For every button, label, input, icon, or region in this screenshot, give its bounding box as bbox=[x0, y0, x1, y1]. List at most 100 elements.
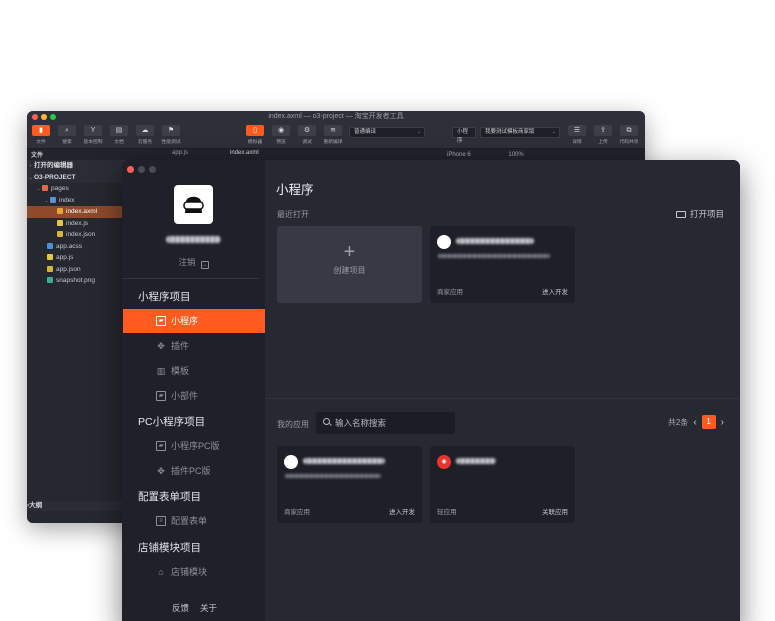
json-file-icon bbox=[47, 265, 53, 272]
simulator-button[interactable]: ▯ 模拟器 bbox=[245, 125, 265, 145]
close-icon[interactable] bbox=[127, 166, 134, 173]
form-icon: ≡ bbox=[156, 516, 166, 526]
maximize-icon[interactable] bbox=[149, 166, 156, 173]
my-apps-label: 我的应用 bbox=[277, 420, 309, 429]
file-index-json[interactable]: index.json bbox=[27, 229, 126, 241]
minimize-icon[interactable] bbox=[41, 114, 47, 120]
details-button[interactable]: ☰ 详情 bbox=[567, 125, 587, 145]
launcher-sidebar: 注销 → 小程序项目 ▰ 小程序 ✥ 插件 ▥ 模板 ▰ 小部件 PC小程序项目 ▰ 小程序… bbox=[122, 160, 265, 621]
puzzle-icon: ✥ bbox=[157, 341, 165, 351]
sidebar-item-plugin-pc[interactable]: ✥ 插件PC版 bbox=[123, 459, 265, 483]
ide-tab-bar: 文件 app.js index.axml bbox=[27, 149, 645, 160]
screenshot-stage: index.axml — o3-project — 淘宝开发者工具 ▮ 文件 ⌕ 搜… bbox=[0, 0, 775, 621]
avatar[interactable] bbox=[174, 185, 213, 224]
sidebar-item-mini-pc[interactable]: ▰ 小程序PC版 bbox=[123, 434, 265, 458]
open-project-button[interactable]: 打开项目 bbox=[675, 208, 724, 220]
chevron-right-icon[interactable]: › bbox=[721, 417, 724, 428]
puzzle-icon: ✥ bbox=[157, 466, 165, 476]
sidebar-item-template[interactable]: ▥ 模板 bbox=[123, 359, 265, 383]
maximize-icon[interactable] bbox=[50, 114, 56, 120]
open-editors-section[interactable]: › 打开的编辑器 bbox=[27, 160, 126, 172]
sidebar-item-config-form[interactable]: ≡ 配置表单 bbox=[123, 509, 265, 533]
page-number-button[interactable]: 1 bbox=[701, 415, 716, 429]
zoom-select[interactable]: 100% bbox=[508, 152, 523, 158]
file-app-acss[interactable]: app.acss bbox=[27, 241, 126, 253]
cloud-icon: ☁ bbox=[136, 125, 154, 136]
widget-icon: ▰ bbox=[156, 391, 166, 401]
file-snapshot-png[interactable]: snapshot.png bbox=[27, 275, 126, 287]
sidebar-item-shop-module[interactable]: ⌂ 店铺模块 bbox=[123, 560, 265, 584]
section-mini-program: 小程序项目 bbox=[138, 291, 191, 303]
file-app-js[interactable]: app.js bbox=[27, 252, 126, 264]
folder-pages[interactable]: ⌄ pages bbox=[27, 183, 126, 195]
project-desc-redacted bbox=[438, 254, 550, 258]
axml-file-icon bbox=[57, 208, 63, 214]
docs-icon: ▤ bbox=[110, 125, 128, 136]
app-type-select[interactable]: 小程序 bbox=[452, 127, 476, 144]
chevron-left-icon[interactable]: ‹ bbox=[693, 417, 696, 428]
folder-index[interactable]: ⌄ index bbox=[27, 195, 126, 207]
sidebar-divider bbox=[122, 278, 259, 279]
ide-window-title: index.axml — o3-project — 淘宝开发者工具 bbox=[268, 113, 404, 120]
share-button[interactable]: ⧉ 代码共享 bbox=[619, 125, 639, 145]
shop-icon: ⌂ bbox=[158, 567, 164, 577]
sidebar-item-mini-program[interactable]: ▰ 小程序 bbox=[123, 309, 265, 333]
create-project-card[interactable]: + 创建项目 bbox=[277, 226, 422, 303]
folder-open-icon bbox=[675, 211, 686, 218]
file-explorer: › 打开的编辑器 ⌄O3-PROJECT ⌄ pages ⌄ index index.… bbox=[27, 160, 127, 523]
perf-button[interactable]: ⚑ 性能调试 bbox=[161, 125, 181, 145]
app-card-2[interactable]: ◉ 轻应用 关联应用 bbox=[430, 446, 575, 523]
feedback-link[interactable]: 反馈 bbox=[172, 602, 189, 614]
enter-dev-link[interactable]: 进入开发 bbox=[542, 286, 568, 296]
folder-icon bbox=[42, 185, 48, 191]
app-logo-icon: ◉ bbox=[437, 455, 451, 469]
explorer-header: 文件 bbox=[31, 153, 44, 159]
app-avatar bbox=[437, 235, 451, 249]
chevron-down-icon: ⌄ bbox=[551, 129, 556, 135]
sidebar-item-plugin[interactable]: ✥ 插件 bbox=[123, 334, 265, 358]
close-icon[interactable] bbox=[32, 114, 38, 120]
docs-button[interactable]: ▤ 文档 bbox=[109, 125, 129, 145]
user-avatar-icon bbox=[183, 196, 204, 213]
section-config-form: 配置表单项目 bbox=[138, 491, 201, 503]
project-section[interactable]: ⌄O3-PROJECT bbox=[27, 171, 126, 183]
app-card-1[interactable]: 商家应用 进入开发 bbox=[277, 446, 422, 523]
pagination: 共2条 ‹ 1 › bbox=[668, 415, 724, 429]
vcs-button[interactable]: Y 基本控制 bbox=[83, 125, 103, 145]
image-icon: ▰ bbox=[156, 441, 166, 451]
search-button[interactable]: ⌕ 搜索 bbox=[57, 125, 77, 145]
file-button[interactable]: ▮ 文件 bbox=[31, 125, 51, 145]
search-input[interactable] bbox=[316, 412, 455, 434]
template-icon: ▥ bbox=[156, 366, 166, 376]
cloud-button[interactable]: ☁ 云服务 bbox=[135, 125, 155, 145]
json-file-icon bbox=[57, 231, 63, 237]
launcher-main: 小程序 最近打开 打开项目 + 创建项目 商家应用 进入开发 我的应用 共2条 … bbox=[265, 160, 740, 621]
file-index-js[interactable]: index.js bbox=[27, 218, 126, 230]
minimize-icon[interactable] bbox=[138, 166, 145, 173]
sidebar-item-widget[interactable]: ▰ 小部件 bbox=[123, 384, 265, 408]
device-select[interactable]: iPhone 6 bbox=[447, 152, 471, 158]
enter-dev-link[interactable]: 进入开发 bbox=[389, 506, 415, 516]
preview-button[interactable]: ◉ 预览 bbox=[271, 125, 291, 145]
tab-index-axml[interactable]: index.axml bbox=[230, 150, 259, 156]
tab-app-js[interactable]: app.js bbox=[172, 150, 188, 156]
section-shop-module: 店铺模块项目 bbox=[138, 542, 201, 554]
file-app-json[interactable]: app.json bbox=[27, 264, 126, 276]
recompile-button[interactable]: ≋ 重新编译 bbox=[323, 125, 343, 145]
app-name-select[interactable]: 我要测试模板商家版 ⌄ bbox=[480, 127, 560, 138]
debug-button[interactable]: ⚙ 调试 bbox=[297, 125, 317, 145]
link-app-link[interactable]: 关联应用 bbox=[542, 506, 568, 516]
eye-icon: ◉ bbox=[272, 125, 290, 136]
share-icon: ⧉ bbox=[620, 125, 638, 136]
chevron-down-icon: ⌄ bbox=[416, 129, 421, 135]
app-name-redacted bbox=[303, 458, 385, 464]
logout-button[interactable]: 注销 → bbox=[122, 256, 265, 269]
recent-project-card[interactable]: 商家应用 进入开发 bbox=[430, 226, 575, 303]
file-index-axml[interactable]: index.axml bbox=[27, 206, 126, 218]
js-file-icon bbox=[57, 219, 63, 226]
phone-icon: ▯ bbox=[246, 125, 264, 136]
compile-mode-select[interactable]: 普通编译 ⌄ bbox=[349, 127, 425, 138]
upload-button[interactable]: ⇪ 上传 bbox=[593, 125, 613, 145]
about-link[interactable]: 关于 bbox=[200, 602, 217, 614]
outline-section[interactable]: ›大纲 bbox=[27, 501, 126, 511]
